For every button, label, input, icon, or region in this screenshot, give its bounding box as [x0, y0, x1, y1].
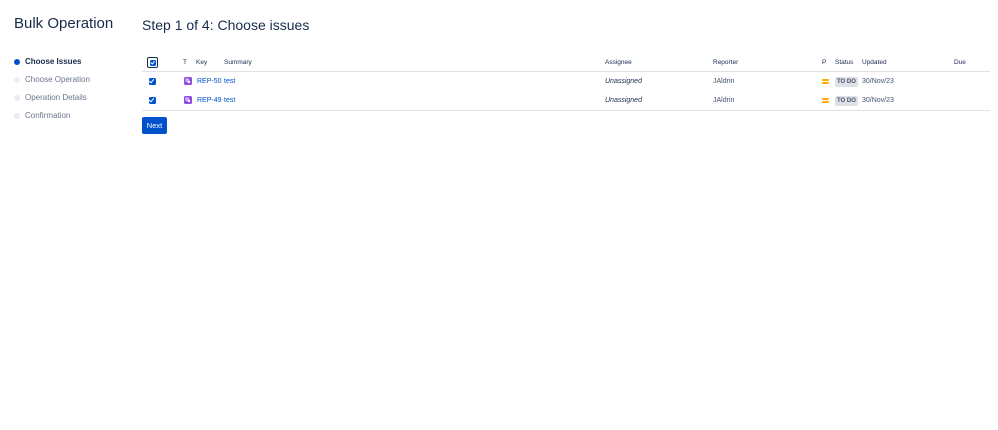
col-type[interactable]: T	[183, 58, 187, 67]
issue-key-link[interactable]: REP-49	[197, 96, 222, 105]
updated-cell: 30/Nov/23	[862, 97, 894, 104]
checkbox-checked-icon	[149, 59, 156, 66]
table-row: REP-49 test Unassigned JAldrin TO DO 30/…	[142, 91, 990, 111]
row-checkbox[interactable]	[149, 77, 156, 85]
step-label: Choose Issues	[25, 57, 82, 66]
checkmark-icon	[149, 96, 155, 103]
updated-cell: 30/Nov/23	[862, 78, 894, 85]
reporter-cell: JAldrin	[713, 78, 735, 85]
status-badge: TO DO	[835, 76, 858, 87]
col-priority[interactable]: P	[822, 58, 826, 67]
reporter-cell: JAldrin	[713, 97, 735, 104]
subtask-icon	[184, 77, 192, 85]
assignee-cell: Unassigned	[605, 97, 642, 104]
status-badge: TO DO	[835, 95, 858, 106]
priority-medium-icon	[822, 79, 829, 84]
step-label: Choose Operation	[25, 75, 90, 84]
sidebar-title: Bulk Operation	[14, 15, 114, 32]
priority-medium-icon	[822, 98, 829, 103]
step-label: Confirmation	[25, 111, 71, 120]
col-reporter[interactable]: Reporter	[713, 58, 738, 67]
col-key[interactable]: Key	[196, 58, 207, 67]
step-active-dot-icon	[14, 58, 20, 65]
checkmark-icon	[149, 77, 155, 84]
assignee-cell: Unassigned	[605, 78, 642, 85]
issue-summary-link[interactable]: test	[224, 96, 235, 105]
step-label: Operation Details	[25, 93, 87, 102]
issues-table: T Key Summary Assignee Reporter P Status…	[142, 56, 990, 111]
row-checkbox[interactable]	[149, 96, 156, 104]
col-updated[interactable]: Updated	[862, 58, 887, 67]
col-assignee[interactable]: Assignee	[605, 58, 632, 67]
step-inactive-dot-icon	[14, 112, 20, 119]
col-summary[interactable]: Summary	[224, 58, 252, 67]
next-button[interactable]: Next	[142, 117, 167, 134]
step-inactive-dot-icon	[14, 94, 20, 101]
col-status[interactable]: Status	[835, 58, 853, 67]
issue-key-link[interactable]: REP-50	[197, 77, 222, 86]
subtask-icon	[184, 96, 192, 104]
table-row: REP-50 test Unassigned JAldrin TO DO 30/…	[142, 72, 990, 91]
page-title: Step 1 of 4: Choose issues	[142, 17, 310, 33]
table-header: T Key Summary Assignee Reporter P Status…	[142, 56, 990, 72]
issue-summary-link[interactable]: test	[224, 77, 235, 86]
select-all-checkbox[interactable]	[147, 57, 158, 68]
step-inactive-dot-icon	[14, 76, 20, 83]
col-due[interactable]: Due	[954, 58, 966, 67]
